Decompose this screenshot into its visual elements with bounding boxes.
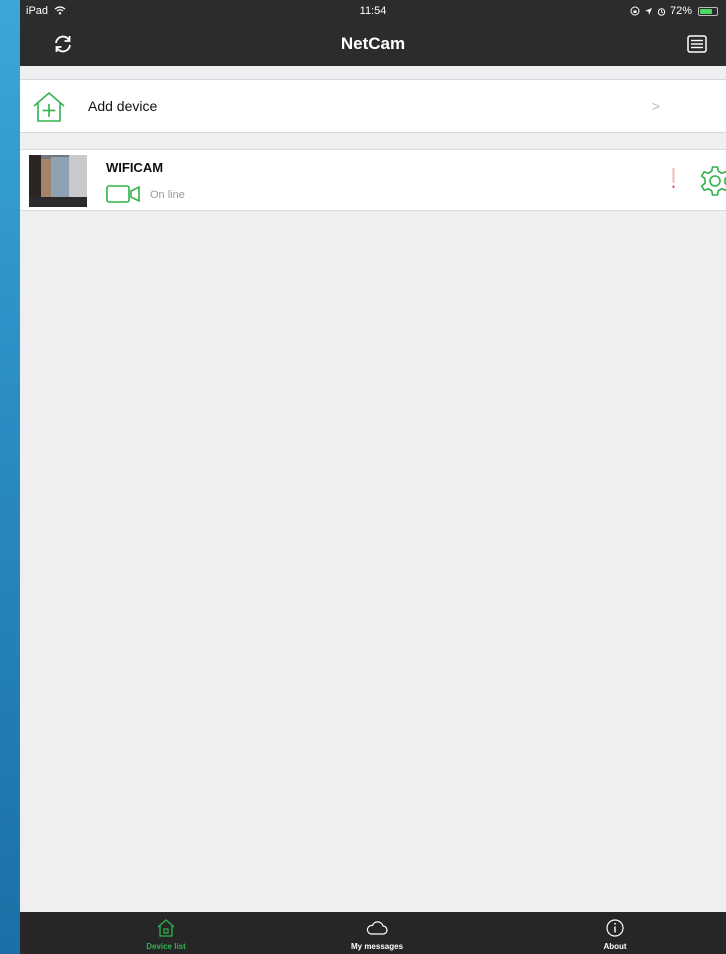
battery-icon: [698, 6, 718, 16]
camera-icon: [106, 185, 140, 203]
tab-label: About: [603, 942, 627, 951]
device-row[interactable]: WIFICAM On line: [20, 149, 726, 211]
home-plus-icon: [33, 91, 65, 122]
add-device-label: Add device: [88, 98, 158, 114]
lock-rotation-icon: [630, 6, 640, 16]
home-icon: [157, 919, 175, 937]
navigation-bar: NetCam: [20, 22, 726, 66]
status-time: 11:54: [359, 5, 387, 17]
device-name: WIFICAM: [106, 160, 164, 175]
app-screen: iPad 11:54 72% NetCam Add device > WIFIC…: [20, 0, 726, 954]
list-button[interactable]: [682, 30, 712, 58]
cloud-icon: [366, 921, 388, 935]
tab-about[interactable]: About: [555, 912, 675, 954]
gear-icon[interactable]: [698, 164, 726, 198]
location-icon: [644, 7, 652, 15]
chevron-right-icon: >: [651, 98, 660, 114]
battery-percent: 72%: [669, 5, 692, 17]
add-device-row[interactable]: Add device >: [20, 79, 726, 133]
status-bar: iPad 11:54 72%: [20, 0, 726, 22]
alarm-icon: [657, 7, 666, 16]
status-right: 72%: [630, 0, 718, 22]
list-icon: [687, 35, 707, 53]
tab-bar: Device list My messages About: [20, 912, 726, 954]
tab-my-messages[interactable]: My messages: [317, 912, 437, 954]
info-icon: [606, 919, 624, 937]
battery-fill: [700, 8, 712, 14]
tab-device-list[interactable]: Device list: [106, 912, 226, 954]
alert-icon[interactable]: [672, 168, 675, 190]
device-status: On line: [150, 189, 185, 201]
camera-thumbnail[interactable]: [29, 155, 87, 207]
tab-label: Device list: [146, 942, 186, 951]
page-title: NetCam: [340, 34, 406, 53]
tab-label: My messages: [350, 942, 404, 951]
